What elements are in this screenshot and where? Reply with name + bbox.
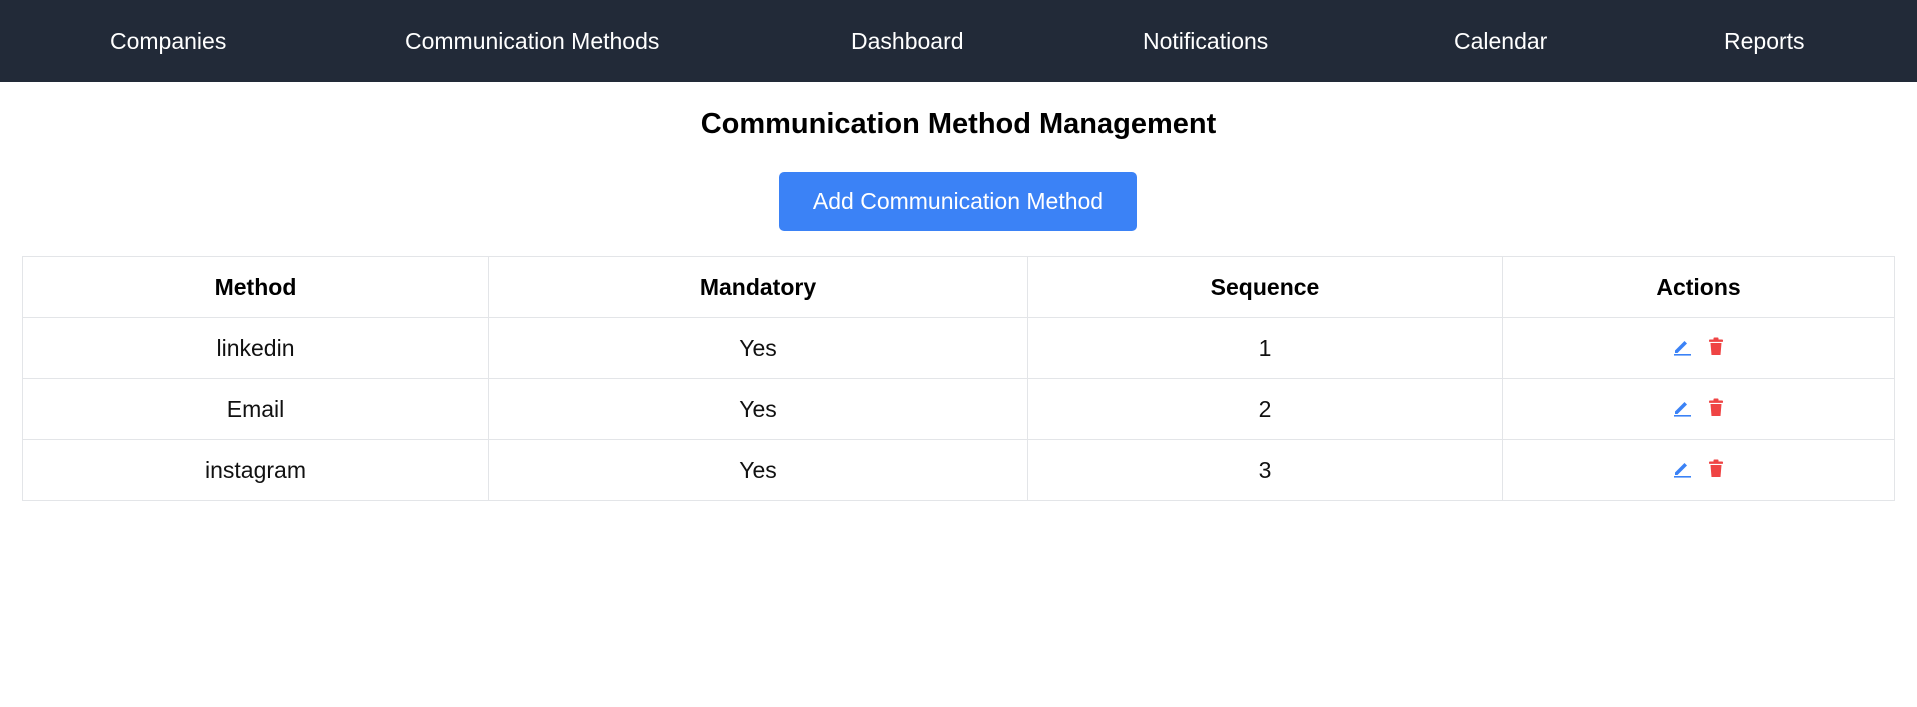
- method-cell: instagram: [22, 439, 489, 501]
- nav-item-companies[interactable]: Companies: [110, 0, 226, 82]
- sequence-cell: 1: [1027, 317, 1503, 379]
- sequence-cell: 2: [1027, 378, 1503, 440]
- actions-cell: [1502, 439, 1895, 501]
- trash-icon[interactable]: [1705, 457, 1727, 479]
- trash-icon[interactable]: [1705, 335, 1727, 357]
- actions-cell: [1502, 317, 1895, 379]
- actions-cell: [1502, 378, 1895, 440]
- method-cell: Email: [22, 378, 489, 440]
- add-communication-method-button[interactable]: Add Communication Method: [779, 172, 1137, 231]
- nav-item-calendar[interactable]: Calendar: [1454, 0, 1547, 82]
- page-title: Communication Method Management: [700, 108, 1217, 140]
- mandatory-cell: Yes: [488, 378, 1028, 440]
- table-row: Email Yes 2: [22, 378, 1895, 440]
- column-header-mandatory: Mandatory: [488, 256, 1028, 318]
- edit-icon[interactable]: [1671, 396, 1693, 418]
- table-header-row: Method Mandatory Sequence Actions: [22, 256, 1895, 318]
- mandatory-cell: Yes: [488, 439, 1028, 501]
- edit-icon[interactable]: [1671, 335, 1693, 357]
- trash-icon[interactable]: [1705, 396, 1727, 418]
- nav-item-notifications[interactable]: Notifications: [1143, 0, 1268, 82]
- nav-item-dashboard[interactable]: Dashboard: [851, 0, 964, 82]
- top-navbar: Companies Communication Methods Dashboar…: [0, 0, 1917, 82]
- communication-methods-table: Method Mandatory Sequence Actions linked…: [22, 256, 1895, 501]
- sequence-cell: 3: [1027, 439, 1503, 501]
- column-header-sequence: Sequence: [1027, 256, 1503, 318]
- nav-item-communication-methods[interactable]: Communication Methods: [405, 0, 659, 82]
- table-row: instagram Yes 3: [22, 439, 1895, 501]
- nav-item-reports[interactable]: Reports: [1724, 0, 1805, 82]
- edit-icon[interactable]: [1671, 457, 1693, 479]
- method-cell: linkedin: [22, 317, 489, 379]
- mandatory-cell: Yes: [488, 317, 1028, 379]
- table-row: linkedin Yes 1: [22, 317, 1895, 379]
- column-header-method: Method: [22, 256, 489, 318]
- column-header-actions: Actions: [1502, 256, 1895, 318]
